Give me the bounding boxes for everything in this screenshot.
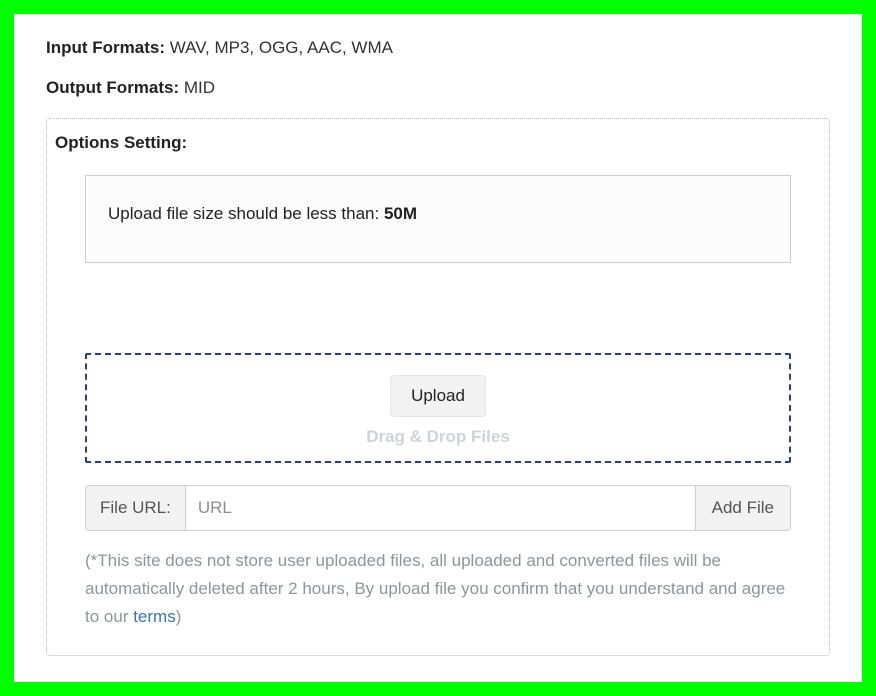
file-url-row: File URL: Add File (85, 485, 791, 531)
file-url-label: File URL: (86, 486, 186, 530)
spacer (85, 263, 791, 353)
file-url-input[interactable] (186, 486, 695, 530)
input-formats-value: WAV, MP3, OGG, AAC, WMA (165, 38, 393, 57)
input-formats-label: Input Formats: (46, 38, 165, 57)
file-size-notice: Upload file size should be less than: 50… (85, 175, 791, 263)
disclaimer-part-b: ) (176, 607, 182, 626)
output-formats-label: Output Formats: (46, 78, 179, 97)
upload-button[interactable]: Upload (390, 375, 486, 417)
add-file-button[interactable]: Add File (695, 486, 790, 530)
options-title: Options Setting: (55, 133, 791, 153)
output-formats-line: Output Formats: MID (46, 78, 830, 98)
disclaimer-text: (*This site does not store user uploaded… (85, 547, 791, 631)
terms-link[interactable]: terms (133, 607, 176, 626)
upload-dropzone[interactable]: Upload Drag & Drop Files (85, 353, 791, 463)
options-setting-box: Options Setting: Upload file size should… (46, 118, 830, 656)
input-formats-line: Input Formats: WAV, MP3, OGG, AAC, WMA (46, 38, 830, 58)
output-formats-value: MID (179, 78, 215, 97)
disclaimer-part-a: (*This site does not store user uploaded… (85, 551, 785, 626)
file-size-limit: 50M (384, 204, 417, 223)
drag-drop-hint: Drag & Drop Files (97, 427, 779, 447)
file-size-notice-text: Upload file size should be less than: (108, 204, 384, 223)
main-card: Input Formats: WAV, MP3, OGG, AAC, WMA O… (14, 14, 862, 682)
